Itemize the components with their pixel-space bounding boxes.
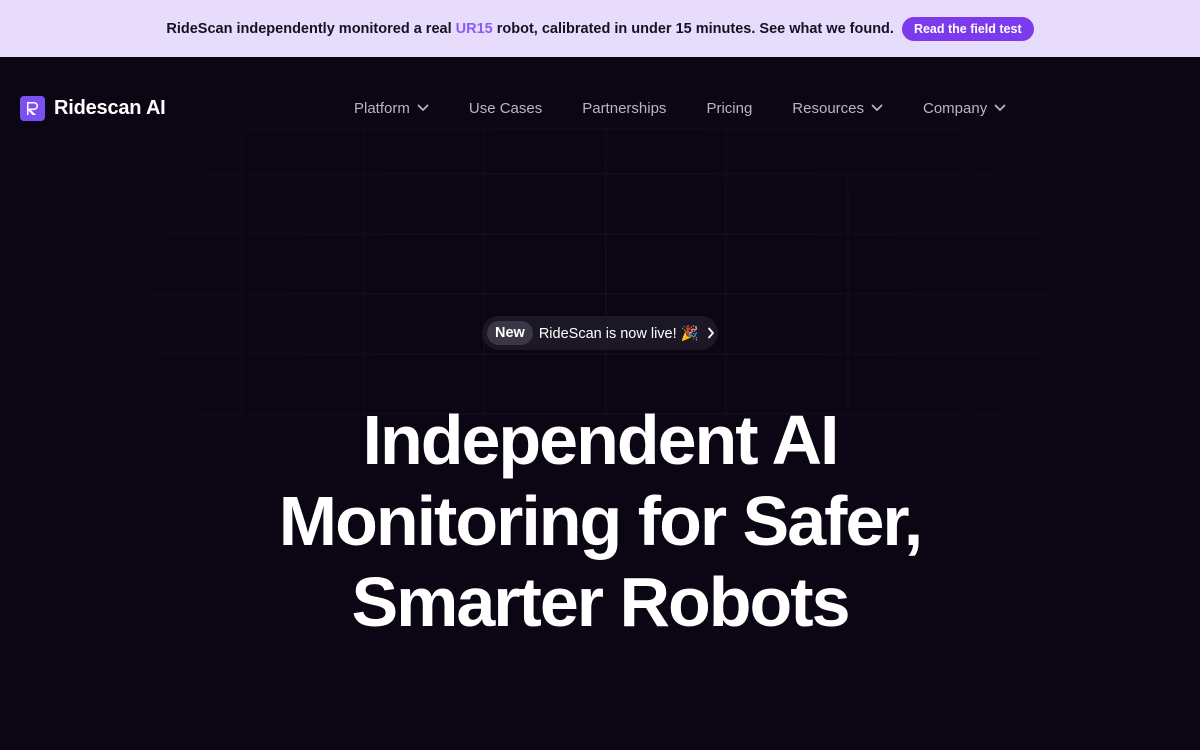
nav-item-label: Pricing xyxy=(706,99,753,117)
nav-item-company[interactable]: Company xyxy=(923,100,1006,117)
pill-text: RideScan is now live! 🎉 xyxy=(538,325,699,342)
nav-item-label: Company xyxy=(923,99,988,117)
brand-logo[interactable]: Ridescan AI xyxy=(20,96,166,121)
nav-item-label: Partnerships xyxy=(582,99,667,117)
chevron-down-icon xyxy=(994,104,1006,112)
nav-item-platform[interactable]: Platform xyxy=(354,100,429,117)
main-nav: Platform Use Cases Partnerships Pricing … xyxy=(354,96,1006,120)
brand-name: Ridescan AI xyxy=(54,97,166,119)
announcement-pill[interactable]: New RideScan is now live! 🎉 xyxy=(482,316,718,350)
nav-item-pricing[interactable]: Pricing xyxy=(706,100,752,117)
chevron-down-icon xyxy=(871,104,883,112)
nav-item-label: Platform xyxy=(354,99,410,117)
hero-line-3: Smarter Robots xyxy=(351,563,850,641)
announcement-highlight: UR15 xyxy=(455,20,493,37)
nav-item-resources[interactable]: Resources xyxy=(792,100,883,117)
chevron-down-icon xyxy=(417,104,429,112)
hero-headline: Independent AI Monitoring for Safer, Sma… xyxy=(0,400,1200,643)
announcement-text-after: robot, calibrated in under 15 minutes. S… xyxy=(492,20,894,37)
announcement-text: RideScan independently monitored a real … xyxy=(166,21,894,37)
nav-item-label: Use Cases xyxy=(468,99,543,117)
nav-item-partnerships[interactable]: Partnerships xyxy=(582,100,666,117)
chevron-right-icon xyxy=(707,327,715,339)
hero-line-1: Independent AI xyxy=(362,401,840,479)
nav-item-label: Resources xyxy=(792,99,864,117)
nav-item-use-cases[interactable]: Use Cases xyxy=(469,100,542,117)
hero-line-2: Monitoring for Safer, xyxy=(278,482,923,560)
announcement-text-before: RideScan independently monitored a real xyxy=(166,20,456,37)
new-badge: New xyxy=(487,321,533,345)
read-field-test-button[interactable]: Read the field test xyxy=(901,16,1034,41)
ridescan-logo-icon xyxy=(20,96,45,121)
announcement-bar: RideScan independently monitored a real … xyxy=(0,0,1200,57)
